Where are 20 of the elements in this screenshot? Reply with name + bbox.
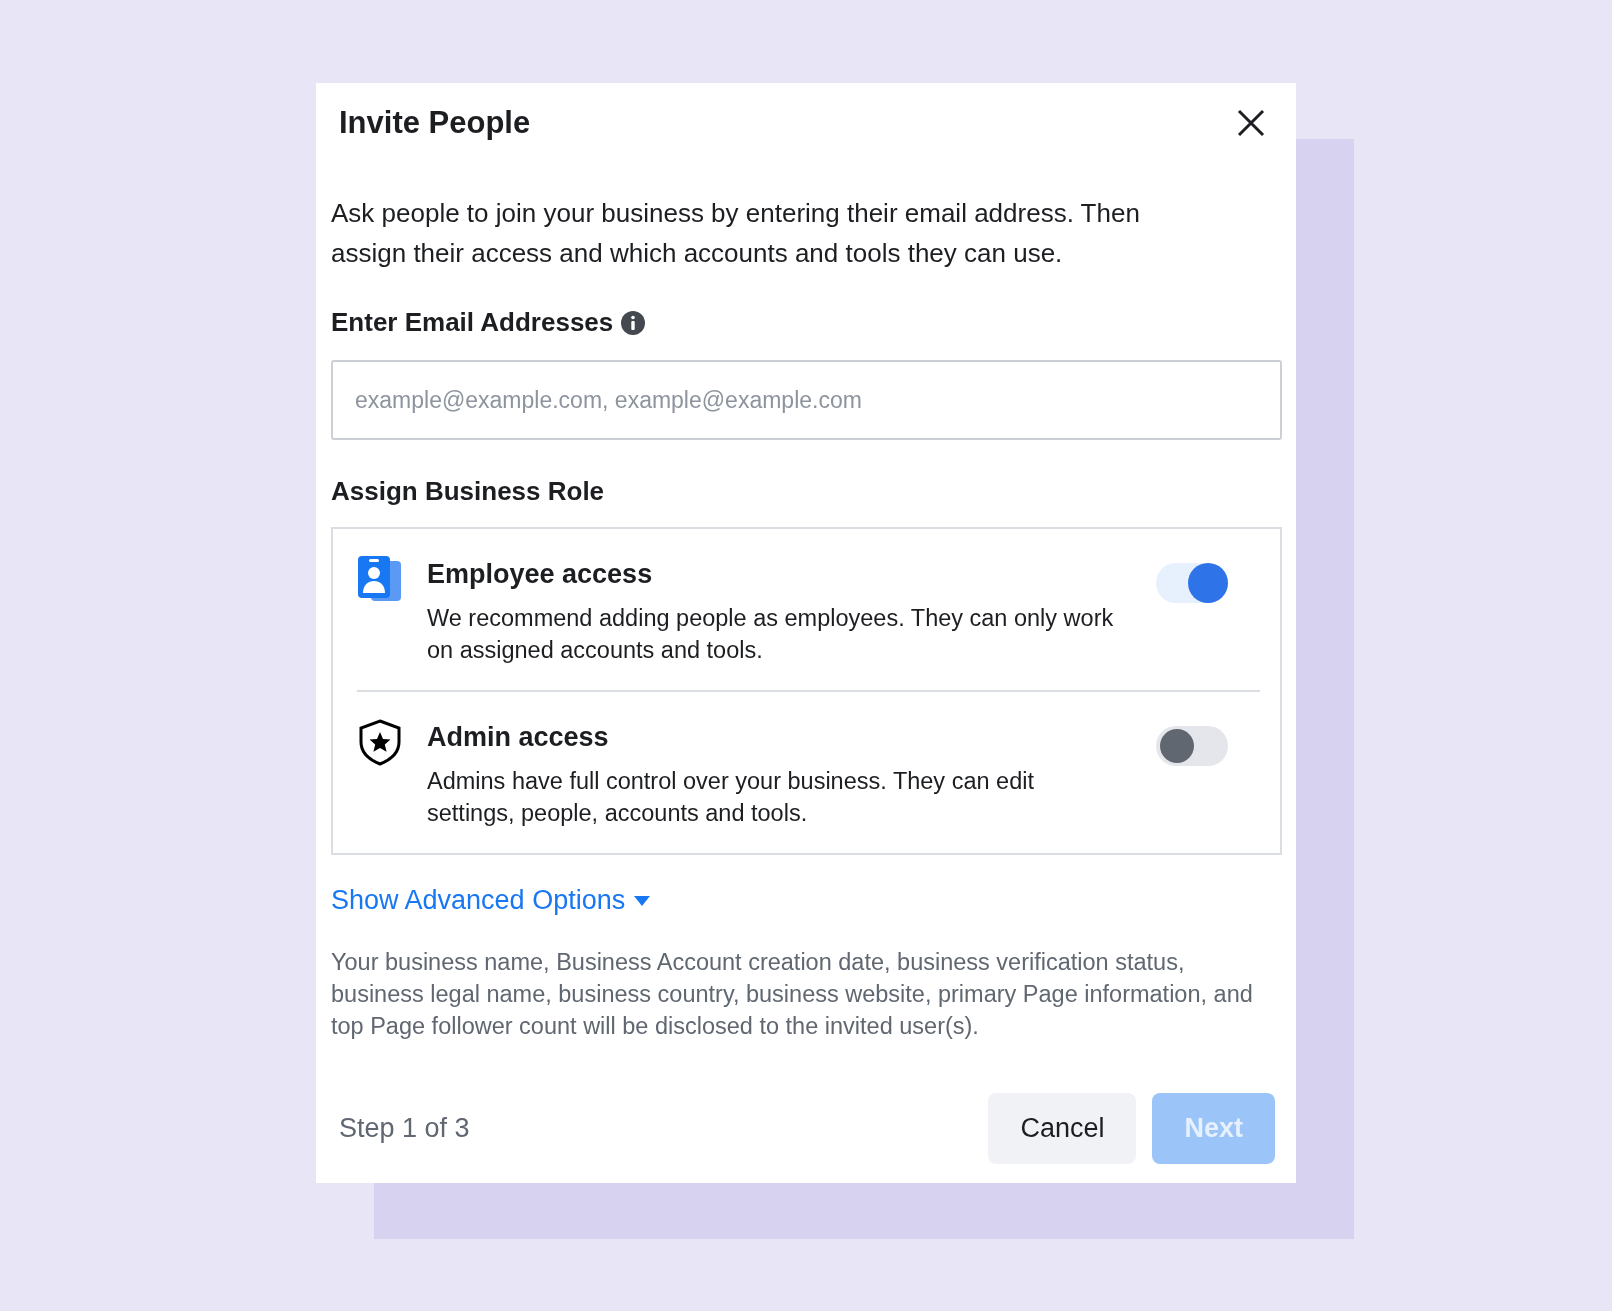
email-input-field[interactable]: example@example.com, example@example.com xyxy=(331,360,1282,440)
role-toggle[interactable] xyxy=(1156,726,1228,766)
role-title: Admin access xyxy=(427,722,610,753)
role-description: We recommend adding people as employees. They can only work on assigned accounts and tools. xyxy=(427,604,1115,665)
close-button[interactable] xyxy=(1236,108,1266,138)
disclosure-text: Your business name, Business Account creation date, business verification status, business legal name, business country, business website, primary Page information, and top Page follower count will be disclosed to the invited user(s). xyxy=(331,948,1254,1041)
role-toggle[interactable] xyxy=(1156,563,1228,603)
caret-down-icon xyxy=(633,894,652,907)
cancel-button[interactable]: Cancel xyxy=(988,1093,1137,1164)
shield-star-icon xyxy=(357,718,403,766)
email-label: Enter Email Addresses xyxy=(331,307,614,338)
role-title: Employee access xyxy=(427,559,654,590)
role-description: Admins have full control over your business. They can edit settings, people, accounts and tools. xyxy=(427,767,1035,828)
dialog-title: Invite People xyxy=(339,105,531,141)
advanced-options-link[interactable]: Show Advanced Options xyxy=(331,885,652,916)
role-heading: Assign Business Role xyxy=(331,476,605,507)
info-icon[interactable] xyxy=(621,310,646,335)
step-indicator: Step 1 of 3 xyxy=(339,1113,470,1144)
id-badge-icon xyxy=(357,555,403,603)
intro-text: Ask people to join your business by entering their email address. Then assign their access and which accounts and tools they can use. xyxy=(331,197,1141,270)
